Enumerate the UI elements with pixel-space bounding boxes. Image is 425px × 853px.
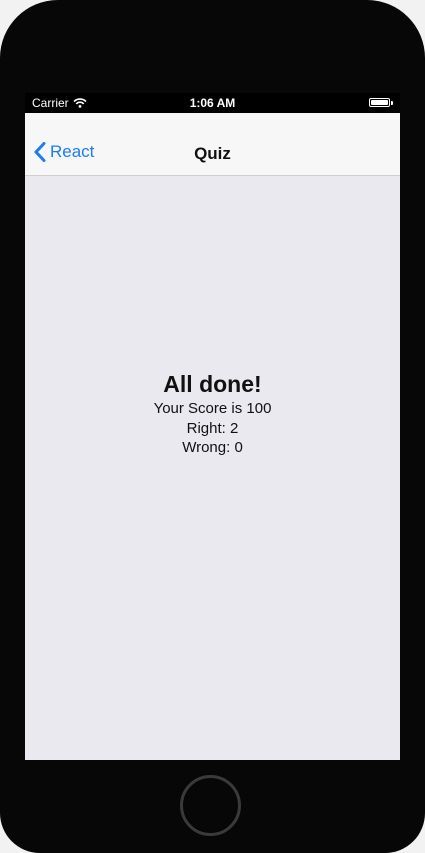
- battery-tip: [391, 100, 393, 105]
- battery-fill: [371, 100, 388, 105]
- result-title: All done!: [163, 371, 262, 397]
- wrong-count-text: Wrong: 0: [182, 439, 243, 456]
- nav-title: Quiz: [194, 144, 231, 163]
- right-count-text: Right: 2: [186, 419, 239, 437]
- status-bar: Carrier 1:06 AM: [25, 93, 400, 113]
- clock-label: 1:06 AM: [189, 96, 236, 110]
- battery-body: [369, 98, 390, 107]
- home-button[interactable]: [180, 775, 241, 836]
- device-frame: Carrier 1:06 AM React Quiz All done! You…: [0, 0, 425, 853]
- navigation-bar: React Quiz: [25, 113, 400, 176]
- battery-icon: [369, 98, 393, 107]
- score-text: Your Score is 100: [153, 400, 272, 417]
- screen: Carrier 1:06 AM React Quiz All done! You…: [25, 93, 400, 760]
- quiz-result: All done! Your Score is 100 Right: 2 Wro…: [25, 369, 400, 458]
